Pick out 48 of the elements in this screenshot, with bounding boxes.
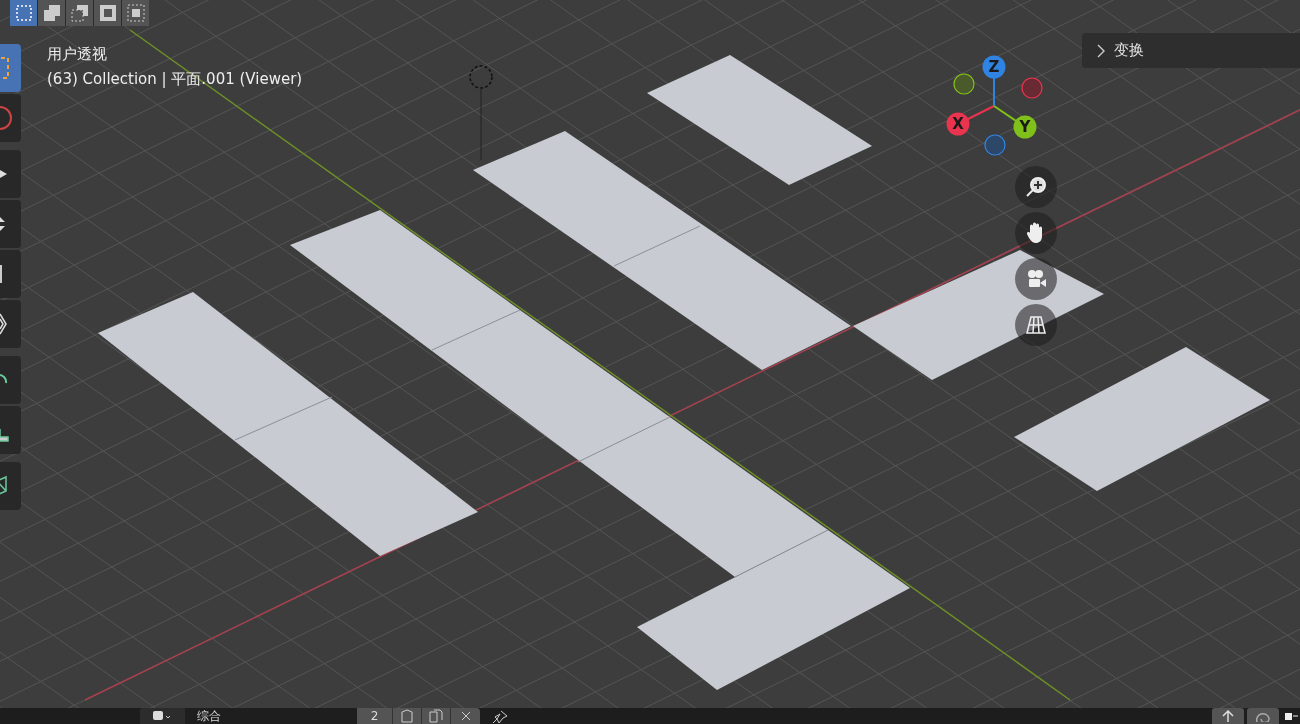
object-origin-icon [469, 65, 493, 161]
duplicate-button[interactable] [422, 708, 451, 724]
tool-icon [0, 106, 12, 130]
tool-icon [0, 57, 9, 79]
arrow-up-button[interactable] [1212, 708, 1244, 724]
selection-mode-icon [14, 4, 33, 22]
close-button[interactable] [451, 708, 480, 724]
user-count[interactable]: 2 [357, 708, 393, 724]
tool-button[interactable] [0, 250, 21, 298]
selection-mode-button[interactable] [10, 0, 37, 26]
view-zoom-button[interactable] [1015, 166, 1057, 208]
selection-mode-icon [98, 4, 117, 22]
axis-gizmo[interactable]: Z X Y [940, 50, 1050, 160]
tool-icon [0, 475, 7, 496]
copy-icon [429, 709, 443, 723]
panel-title: 变换 [1114, 41, 1144, 60]
tool-button[interactable] [0, 406, 21, 454]
tool-icon [0, 217, 5, 231]
editor-type-button[interactable] [140, 708, 185, 724]
tool-button[interactable] [0, 462, 21, 510]
selection-mode-icon [42, 4, 61, 22]
view-ortho-button[interactable] [1015, 304, 1057, 346]
view-pan-button[interactable] [1015, 212, 1057, 254]
tool-button[interactable] [0, 300, 21, 348]
selection-mode-icon [126, 4, 145, 22]
sidebar-panel-header[interactable]: 变换 [1082, 33, 1300, 68]
selection-mode-button[interactable] [66, 0, 93, 26]
pin-icon[interactable] [492, 710, 508, 724]
spiral-icon [1255, 710, 1271, 722]
tool-icon [0, 170, 7, 178]
selection-mode-button[interactable] [94, 0, 121, 26]
arrow-up-icon [1221, 710, 1235, 722]
chevron-icon [1096, 43, 1106, 58]
tool-button[interactable] [0, 150, 21, 198]
square-icon [1284, 710, 1298, 722]
tool-icon [0, 373, 8, 384]
close-icon [459, 710, 472, 722]
view-camera-button[interactable] [1015, 258, 1057, 300]
selection-mode-icon [70, 4, 89, 22]
tool-icon [0, 313, 7, 335]
selection-mode-button[interactable] [38, 0, 65, 26]
datablock-field[interactable]: 综合 [185, 708, 357, 724]
tool-button[interactable] [0, 200, 21, 248]
view-name: 用户透视 [47, 45, 108, 64]
object-info: (63) Collection | 平面.001 (Viewer) [47, 70, 303, 89]
selection-mode-button[interactable] [122, 0, 149, 26]
tool-icon [0, 428, 9, 442]
shield-icon [400, 709, 414, 723]
